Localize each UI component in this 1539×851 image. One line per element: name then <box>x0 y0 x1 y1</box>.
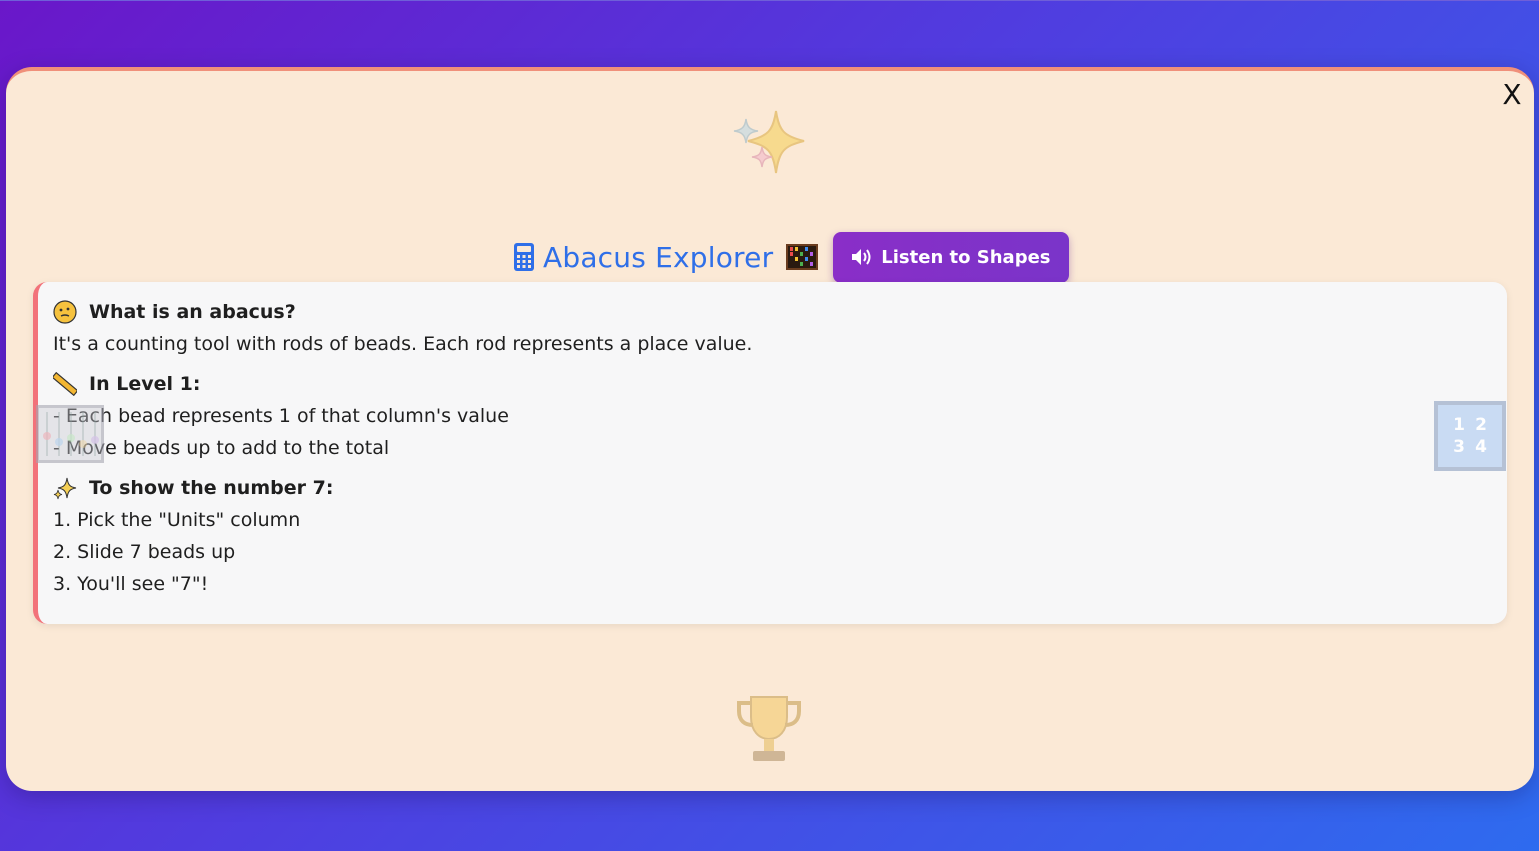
step-item: 3. You'll see "7"! <box>53 573 209 595</box>
speaker-icon <box>852 249 871 265</box>
calculator-icon <box>514 243 534 271</box>
step-item: 1. Pick the "Units" column <box>53 509 301 531</box>
window-top-edge <box>0 0 1539 1</box>
abacus-decoration-icon <box>36 405 104 463</box>
title-row: Abacus Explorer Listen to Shapes <box>513 231 1069 283</box>
level-heading: In Level 1: <box>53 368 1507 400</box>
thinking-face-icon <box>53 300 77 324</box>
step-item: 2. Slide 7 beads up <box>53 541 236 563</box>
level-item: - Move beads up to add to the total <box>53 437 390 459</box>
show-number-heading: To show the number 7: <box>53 472 1507 504</box>
numbers-icon: 1 2 3 4 <box>1434 401 1506 471</box>
level-item: - Each bead represents 1 of that column'… <box>53 405 509 427</box>
question-answer: It's a counting tool with rods of beads.… <box>53 333 753 355</box>
listen-button-label: Listen to Shapes <box>881 246 1051 268</box>
info-card: What is an abacus? It's a counting tool … <box>33 282 1507 624</box>
close-button[interactable]: X <box>1498 79 1526 111</box>
trophy-icon <box>737 696 801 761</box>
ruler-icon <box>53 372 77 396</box>
sparkles-icon <box>733 110 805 174</box>
abacus-modal: X Abacus Explorer Listen to Shapes What … <box>6 67 1534 791</box>
abacus-icon <box>786 244 819 270</box>
page-title: Abacus Explorer <box>543 240 774 274</box>
listen-to-shapes-button[interactable]: Listen to Shapes <box>833 231 1069 283</box>
question-heading: What is an abacus? <box>53 296 1507 328</box>
sparkle-icon <box>53 477 77 500</box>
